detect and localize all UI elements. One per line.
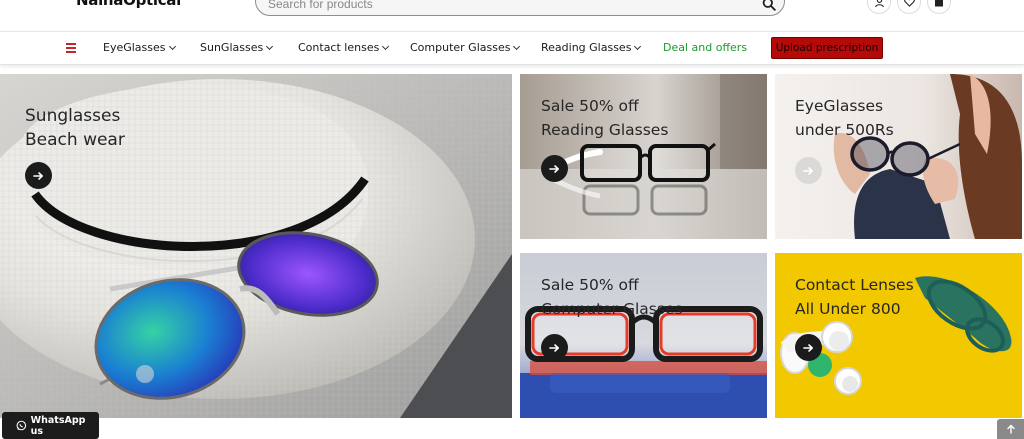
- nav-eyeglasses-label: EyeGlasses: [103, 41, 166, 54]
- banner-contact-lenses-title: Contact Lenses All Under 800: [795, 273, 914, 321]
- nav-reading-glasses-label: Reading Glasses: [541, 41, 632, 54]
- banner-computer-glasses[interactable]: Sale 50% off Computer Glasses: [520, 253, 767, 418]
- search-input[interactable]: [268, 0, 738, 13]
- banner-sunglasses-arrow[interactable]: [25, 162, 52, 189]
- banner-reading-glasses-line1: Sale 50% off: [541, 97, 639, 115]
- banner-eyeglasses-line2: under 500Rs: [795, 121, 894, 139]
- banner-computer-glasses-title: Sale 50% off Computer Glasses: [541, 273, 683, 321]
- heart-icon[interactable]: [897, 0, 921, 14]
- nav-sunglasses-label: SunGlasses: [200, 41, 264, 54]
- nav-eyeglasses[interactable]: EyeGlasses: [103, 41, 176, 54]
- nav-computer-glasses[interactable]: Computer Glasses: [410, 41, 521, 54]
- banner-contact-lenses-line2: All Under 800: [795, 300, 901, 318]
- arrow-right-icon: [33, 171, 43, 180]
- arrow-right-icon: [549, 164, 559, 173]
- chevron-down-icon: [513, 42, 521, 51]
- nav-reading-glasses[interactable]: Reading Glasses: [541, 41, 642, 54]
- banner-contact-lenses-arrow[interactable]: [795, 334, 822, 361]
- banner-computer-glasses-line2: Computer Glasses: [541, 300, 683, 318]
- scroll-to-top-button[interactable]: [997, 419, 1024, 439]
- arrow-right-icon: [803, 343, 813, 352]
- banner-computer-glasses-arrow[interactable]: [541, 334, 568, 361]
- whatsapp-label: WhatsApp us: [30, 414, 86, 437]
- top-header: NaînaOptical: [0, 0, 1024, 30]
- arrow-right-icon: [803, 166, 813, 175]
- banner-sunglasses-line1: Sunglasses: [25, 106, 121, 126]
- banner-eyeglasses-arrow[interactable]: [795, 157, 822, 184]
- chevron-down-icon: [168, 42, 176, 51]
- main-nav: EyeGlasses SunGlasses Contact lenses Com…: [0, 31, 1024, 65]
- site-logo[interactable]: NaînaOptical: [76, 0, 181, 9]
- banner-reading-glasses-title: Sale 50% off Reading Glasses: [541, 94, 668, 142]
- whatsapp-icon: [16, 420, 27, 431]
- nav-sunglasses[interactable]: SunGlasses: [200, 41, 274, 54]
- banner-sunglasses-line2: Beach wear: [25, 130, 125, 150]
- banner-sunglasses[interactable]: Sunglasses Beach wear: [0, 74, 512, 418]
- bag-icon[interactable]: [927, 0, 951, 14]
- banner-computer-glasses-line1: Sale 50% off: [541, 276, 639, 294]
- banner-sunglasses-title: Sunglasses Beach wear: [25, 104, 125, 152]
- upload-prescription-button[interactable]: Upload prescription: [771, 37, 883, 59]
- nav-computer-glasses-label: Computer Glasses: [410, 41, 511, 54]
- chevron-down-icon: [634, 42, 642, 51]
- chevron-down-icon: [266, 42, 274, 51]
- banner-reading-glasses-arrow[interactable]: [541, 155, 568, 182]
- banner-eyeglasses[interactable]: EyeGlasses under 500Rs: [775, 74, 1022, 239]
- search-icon[interactable]: [762, 0, 776, 11]
- nav-contact-lenses[interactable]: Contact lenses: [298, 41, 390, 54]
- banner-contact-lenses[interactable]: Contact Lenses All Under 800: [775, 253, 1022, 418]
- search-bar[interactable]: [255, 0, 785, 16]
- chevron-down-icon: [382, 42, 390, 51]
- deal-offers-link[interactable]: Deal and offers: [663, 41, 747, 54]
- whatsapp-button[interactable]: WhatsApp us: [2, 412, 99, 439]
- arrow-right-icon: [549, 343, 559, 352]
- arrow-up-icon: [1006, 424, 1015, 434]
- menu-icon[interactable]: [66, 43, 76, 53]
- banner-contact-lenses-line1: Contact Lenses: [795, 276, 914, 294]
- banner-reading-glasses-line2: Reading Glasses: [541, 121, 669, 139]
- user-icon[interactable]: [867, 0, 891, 14]
- banner-eyeglasses-line1: EyeGlasses: [795, 97, 884, 115]
- banner-reading-glasses[interactable]: Sale 50% off Reading Glasses: [520, 74, 767, 239]
- nav-contact-lenses-label: Contact lenses: [298, 41, 380, 54]
- banner-eyeglasses-title: EyeGlasses under 500Rs: [795, 94, 894, 142]
